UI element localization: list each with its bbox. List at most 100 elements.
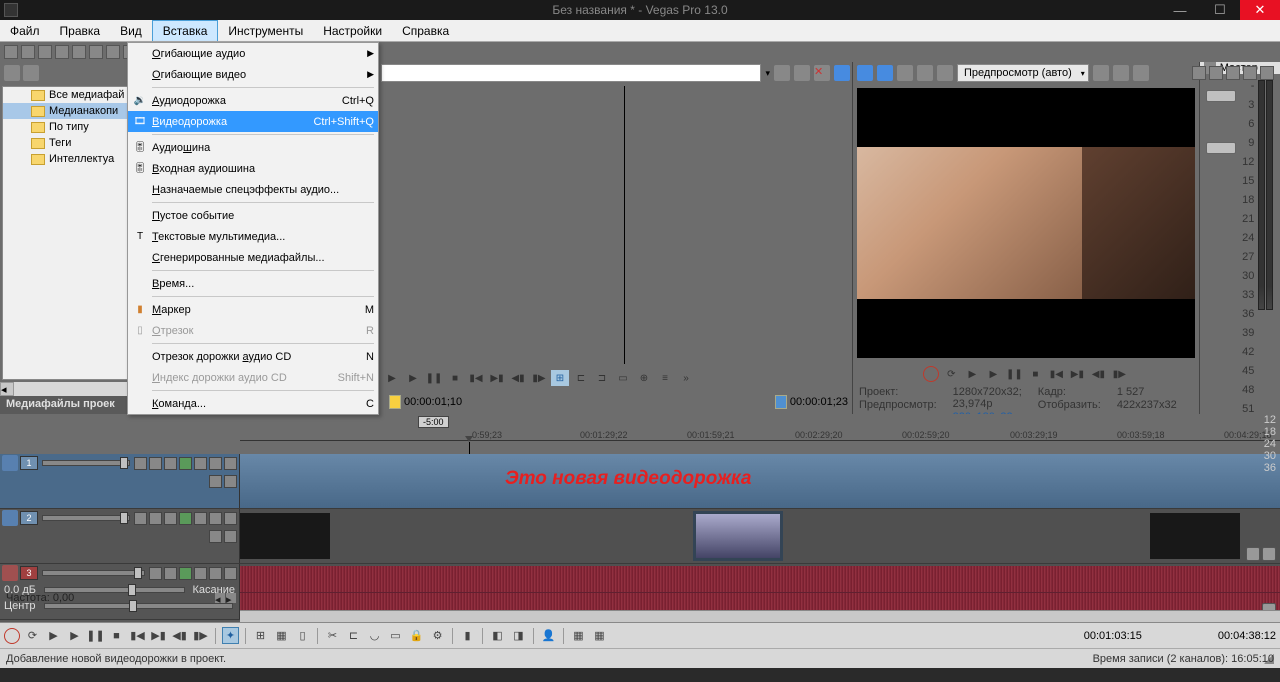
track-icon[interactable] <box>2 455 18 471</box>
lightning-icon[interactable] <box>4 65 20 81</box>
solo-icon[interactable] <box>224 457 237 470</box>
play-icon[interactable]: ▶ <box>383 370 401 386</box>
pan-icon[interactable] <box>1262 547 1276 561</box>
prev-copy-icon[interactable] <box>1113 65 1129 81</box>
prev-overlay-icon[interactable] <box>1093 65 1109 81</box>
mute-icon[interactable] <box>209 567 222 580</box>
crossfade-button[interactable]: ◧ <box>489 627 506 644</box>
more-icon[interactable] <box>224 530 237 543</box>
timeline-overview[interactable] <box>240 610 1280 622</box>
mark-out-icon[interactable]: ⊐ <box>593 370 611 386</box>
tool-event-button[interactable]: ▭ <box>387 627 404 644</box>
master-fader[interactable] <box>1206 90 1236 102</box>
track-btn[interactable] <box>134 457 147 470</box>
tool-trim-button[interactable]: ⊏ <box>345 627 362 644</box>
menu-command[interactable]: Команда...C <box>128 393 378 414</box>
open-icon[interactable] <box>21 45 35 59</box>
snap-marker-button[interactable]: ▯ <box>294 627 311 644</box>
maximize-button[interactable]: ☐ <box>1200 0 1240 20</box>
track-btn[interactable] <box>134 512 147 525</box>
scope-icon3[interactable] <box>1226 66 1240 80</box>
snap-button[interactable]: ⊞ <box>252 627 269 644</box>
menu-generated-media[interactable]: Сгенерированные медиафайлы... <box>128 247 378 268</box>
menu-marker[interactable]: ▮МаркерM <box>128 299 378 320</box>
add-icon[interactable]: ⊕ <box>635 370 653 386</box>
props-icon[interactable] <box>72 45 86 59</box>
menu-view[interactable]: Вид <box>110 20 152 41</box>
auto-icon[interactable] <box>194 457 207 470</box>
play-icon[interactable]: ▶ <box>984 366 1002 382</box>
track-header-2[interactable]: 2 <box>0 509 240 563</box>
menu-text-media[interactable]: TТекстовые мультимедиа... <box>128 226 378 247</box>
master-fader2[interactable] <box>1206 142 1236 154</box>
tool-auto-button[interactable]: ⚙ <box>429 627 446 644</box>
prev-tb-icon[interactable] <box>857 65 873 81</box>
cut-icon[interactable] <box>89 45 103 59</box>
pause-button[interactable]: ❚❚ <box>87 627 104 644</box>
preview-quality-dropdown[interactable]: Предпросмотр (авто) <box>957 64 1089 82</box>
timecode-in[interactable]: 00:00:01;10 <box>404 396 462 408</box>
track-btn[interactable] <box>149 457 162 470</box>
video-clip[interactable] <box>1150 513 1240 559</box>
stop-icon[interactable]: ■ <box>446 370 464 386</box>
menu-tools[interactable]: Инструменты <box>218 20 313 41</box>
scope-icon2[interactable] <box>1209 66 1223 80</box>
scope-icon5[interactable] <box>1260 66 1274 80</box>
delete-icon[interactable]: ✕ <box>814 65 830 81</box>
address-dropdown[interactable] <box>381 64 761 82</box>
track-1-content[interactable]: Это новая видеодорожка <box>240 454 1280 508</box>
copy-icon[interactable] <box>106 45 120 59</box>
pause-icon[interactable]: ❚❚ <box>1005 366 1023 382</box>
menu-empty-event[interactable]: Пустое событие <box>128 205 378 226</box>
menu-insert[interactable]: Вставка <box>152 20 219 41</box>
prev-split-icon[interactable] <box>937 65 953 81</box>
mute-icon[interactable] <box>209 512 222 525</box>
fx-icon[interactable] <box>774 65 790 81</box>
cursor-timecode[interactable]: 00:01:03:15 <box>1084 630 1142 642</box>
play-button[interactable]: ▶ <box>66 627 83 644</box>
video-clip[interactable] <box>240 513 330 559</box>
level-slider[interactable] <box>42 515 130 521</box>
menu-video-envelopes[interactable]: Огибающие видео▶ <box>128 64 378 85</box>
play-start-icon[interactable]: ▶ <box>963 366 981 382</box>
auto-icon[interactable] <box>194 567 207 580</box>
menu-audio-envelopes[interactable]: Огибающие аудио▶ <box>128 43 378 64</box>
mark-in-icon[interactable]: ⊏ <box>572 370 590 386</box>
prev-save-icon[interactable] <box>1133 65 1149 81</box>
fx-icon[interactable] <box>179 512 192 525</box>
menu-help[interactable]: Справка <box>392 20 459 41</box>
track-btn[interactable] <box>149 512 162 525</box>
auto-icon[interactable] <box>194 512 207 525</box>
render-icon[interactable] <box>55 45 69 59</box>
menu-input-bus[interactable]: 🎚Входная аудиошина <box>128 158 378 179</box>
save-icon[interactable] <box>38 45 52 59</box>
mute-icon[interactable] <box>209 457 222 470</box>
track-icon[interactable] <box>2 565 18 581</box>
go-start-button[interactable]: ▮◀ <box>129 627 146 644</box>
selection-timecode[interactable]: 00:04:38:12 <box>1218 630 1276 642</box>
stop-button[interactable]: ■ <box>108 627 125 644</box>
motion-icon[interactable] <box>209 530 222 543</box>
go-end-button[interactable]: ▶▮ <box>150 627 167 644</box>
loop-icon[interactable]: ⊞ <box>551 370 569 386</box>
menu-assignable-fx[interactable]: Назначаемые спецэффекты аудио... <box>128 179 378 200</box>
go-start-icon[interactable]: ▮◀ <box>1047 366 1065 382</box>
prev-icon[interactable]: ▮◀ <box>467 370 485 386</box>
menu-audio-bus[interactable]: 🎚Аудиошина <box>128 137 378 158</box>
menu-edit[interactable]: Правка <box>50 20 111 41</box>
level-slider[interactable] <box>42 460 130 466</box>
track-icon[interactable] <box>2 510 18 526</box>
next-icon[interactable]: ▶▮ <box>488 370 506 386</box>
snap-grid-button[interactable]: ▦ <box>273 627 290 644</box>
menu-cd-track-region[interactable]: Отрезок дорожки аудио CDN <box>128 346 378 367</box>
close-button[interactable]: ✕ <box>1240 0 1280 20</box>
play2-icon[interactable]: ▶ <box>404 370 422 386</box>
record-button[interactable] <box>4 628 20 644</box>
prev-tb-icon2[interactable] <box>877 65 893 81</box>
level-slider[interactable] <box>42 570 145 576</box>
gear-icon[interactable] <box>164 457 177 470</box>
prev-frame-button[interactable]: ◀▮ <box>171 627 188 644</box>
edit-tool-button[interactable]: ✦ <box>222 627 239 644</box>
step-fwd-icon[interactable]: ▮▶ <box>530 370 548 386</box>
track-btn[interactable] <box>149 567 162 580</box>
